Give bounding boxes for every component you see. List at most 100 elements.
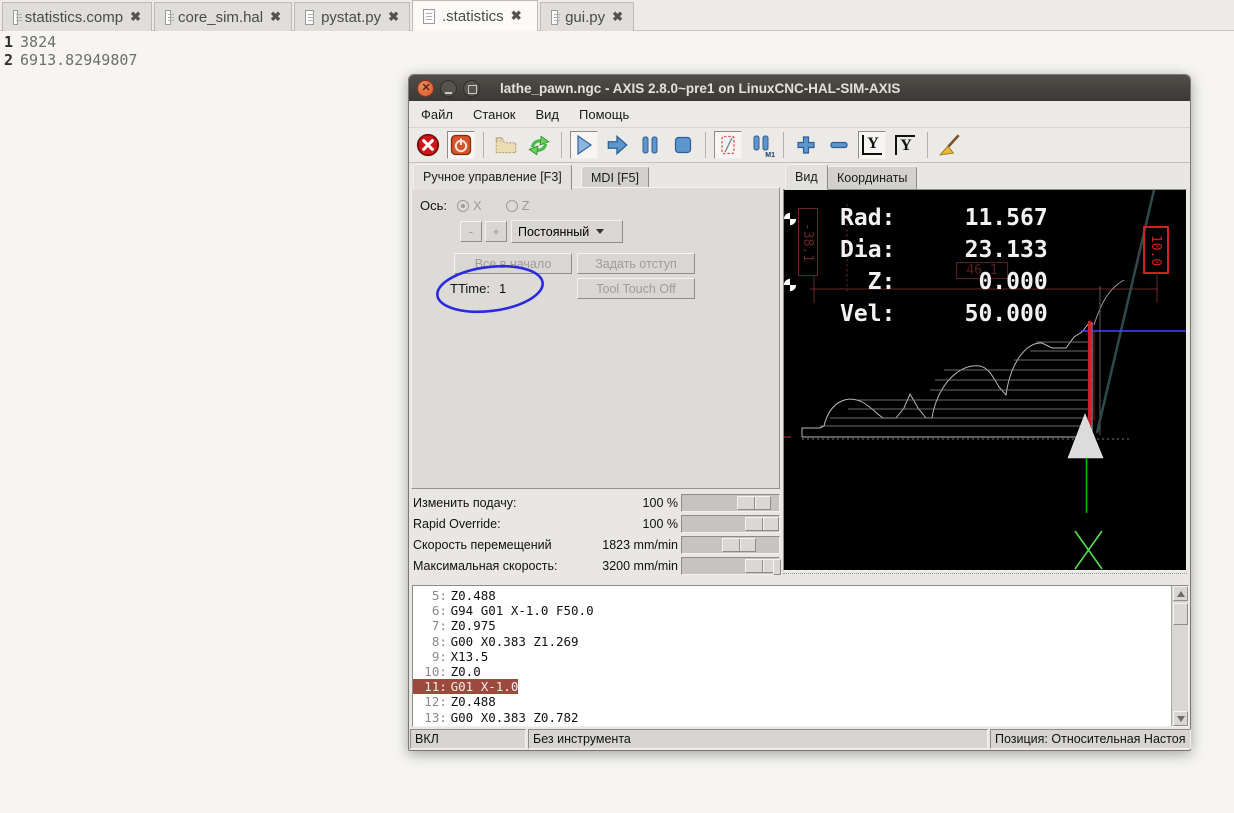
radio-axis-z[interactable]: Z [505, 198, 530, 213]
button-label: + [492, 224, 500, 239]
clear-plot-button[interactable] [936, 131, 964, 159]
tab-label: statistics.comp [24, 8, 124, 26]
pause-icon [642, 136, 658, 154]
toolbar-separator [561, 132, 562, 158]
stop-button[interactable] [669, 131, 697, 159]
gcode-line[interactable]: 7: Z0.975 [413, 618, 1170, 633]
pause-button[interactable] [636, 131, 664, 159]
dim-label-right: 10.0 [1143, 226, 1169, 274]
max-velocity-slider[interactable] [681, 557, 780, 575]
gcode-line[interactable]: 10: Z0.0 [413, 664, 1170, 679]
dro-label: Dia: [840, 237, 896, 263]
gcode-line-number: 10: [424, 664, 447, 680]
editor-tab-statistics[interactable]: .statistics [412, 0, 538, 31]
y2-axis-view-icon: Y [895, 135, 915, 155]
ttime-value: 1 [498, 281, 507, 296]
gcode-line-active[interactable]: 11: G01 X-1.0 [413, 679, 1170, 695]
radio-label: X [473, 198, 482, 213]
editor-content[interactable]: 1 3824 2 6913.82949807 [4, 33, 137, 69]
gcode-line[interactable]: 6: G94 G01 X-1.0 F50.0 [413, 603, 1170, 618]
jog-plus-button[interactable]: + [485, 221, 507, 242]
minus-icon [830, 141, 848, 149]
gcode-line[interactable]: 12: Z0.488 [413, 694, 1170, 709]
tab-dro[interactable]: Координаты [827, 166, 918, 190]
skip-lines-toggle[interactable] [714, 131, 742, 159]
zoom-out-button[interactable] [825, 131, 853, 159]
slider-handle[interactable] [745, 517, 779, 531]
gcode-line-number: 8: [431, 633, 447, 649]
menu-view[interactable]: Вид [536, 107, 560, 122]
preview-canvas[interactable]: -38.1 46.1 10.0 Rad: 11.567 Dia: 23.133 Z:… [783, 189, 1187, 571]
run-icon [577, 134, 593, 156]
editor-tab-core-sim-hal[interactable]: core_sim.hal [154, 2, 292, 31]
feed-override-slider[interactable] [681, 494, 780, 512]
x-axis-marker [1074, 530, 1103, 570]
step-button[interactable] [603, 131, 631, 159]
status-bar: ВКЛ Без инструмента Позиция: Относительн… [409, 728, 1192, 750]
file-icon [165, 9, 175, 25]
estop-button[interactable] [414, 131, 442, 159]
tab-preview[interactable]: Вид [785, 164, 828, 190]
dro-value: 11.567 [964, 205, 1048, 231]
axis-window: lathe_pawn.ngc - AXIS 2.8.0~pre1 on Linu… [408, 74, 1191, 751]
triangle-down-icon [1176, 715, 1185, 722]
dro-vel-row: Vel: 50.000 [840, 298, 1048, 330]
menu-help[interactable]: Помощь [579, 107, 629, 122]
gcode-line[interactable]: 8: G00 X0.383 Z1.269 [413, 634, 1170, 649]
gcode-line[interactable]: 5: Z0.488 [413, 588, 1170, 603]
editor-tab-statistics-comp[interactable]: statistics.comp [2, 2, 152, 31]
radio-icon [457, 199, 469, 212]
slider-handle[interactable] [737, 496, 771, 510]
gcode-line[interactable]: 9: X13.5 [413, 649, 1170, 664]
jog-speed-slider[interactable] [681, 536, 780, 554]
set-offset-button[interactable]: Задать отступ [577, 253, 695, 274]
jog-mode-dropdown[interactable]: Постоянный [511, 220, 623, 243]
slider-value: 1823 mm/min [602, 538, 678, 552]
home-all-button[interactable]: Все в начало [454, 253, 572, 274]
machine-power-button[interactable] [447, 131, 475, 159]
menu-machine[interactable]: Станок [473, 107, 516, 122]
window-maximize-button[interactable] [463, 79, 480, 97]
editor-tab-pystat-py[interactable]: pystat.py [294, 2, 410, 31]
menu-file[interactable]: Файл [421, 107, 453, 122]
open-file-button[interactable] [492, 131, 520, 159]
window-minimize-button[interactable] [440, 79, 457, 97]
zoom-in-button[interactable] [792, 131, 820, 159]
tab-close-icon[interactable] [612, 9, 623, 25]
slider-handle[interactable] [722, 538, 756, 552]
folder-icon [495, 137, 517, 154]
tab-close-icon[interactable] [270, 9, 281, 25]
tab-close-icon[interactable] [388, 9, 399, 25]
reload-button[interactable] [525, 131, 553, 159]
gcode-line-number: 9: [431, 648, 447, 664]
gcode-scrollbar[interactable] [1171, 586, 1188, 726]
tab-close-icon[interactable] [130, 9, 141, 25]
toolbar-separator [783, 132, 784, 158]
jog-minus-button[interactable]: - [460, 221, 482, 242]
status-position-mode: Позиция: Относительная Настоя [990, 729, 1191, 749]
tab-close-icon[interactable] [511, 8, 522, 24]
scroll-down-arrow[interactable] [1173, 711, 1188, 726]
rapid-override-slider[interactable] [681, 515, 780, 533]
radio-axis-x[interactable]: X [457, 198, 482, 213]
gcode-line-text: Z0.488 [450, 588, 496, 603]
editor-tab-gui-py[interactable]: gui.py [540, 2, 634, 31]
dro-label: Vel: [840, 301, 896, 327]
ttime-label: TTime: [450, 281, 490, 296]
window-titlebar[interactable]: lathe_pawn.ngc - AXIS 2.8.0~pre1 on Linu… [409, 75, 1190, 101]
y-axis-view-icon: Y [862, 135, 882, 155]
window-close-button[interactable] [417, 79, 434, 97]
dro-value: 23.133 [964, 237, 1048, 263]
tab-manual-control[interactable]: Ручное управление [F3] [413, 164, 572, 190]
run-button[interactable] [570, 131, 598, 159]
triangle-up-icon [1176, 590, 1185, 597]
pane-sash-grip[interactable] [773, 559, 781, 575]
gcode-listing[interactable]: 5: Z0.488 6: G94 G01 X-1.0 F50.0 7: Z0.975 … [412, 585, 1189, 727]
scroll-up-arrow[interactable] [1173, 586, 1188, 601]
view-y2-button[interactable]: Y [891, 131, 919, 159]
scrollbar-thumb[interactable] [1173, 603, 1188, 625]
tool-touch-off-button[interactable]: Tool Touch Off [577, 278, 695, 299]
optional-stop-toggle[interactable]: M1 [747, 131, 775, 159]
view-y-button[interactable]: Y [858, 131, 886, 159]
gcode-line[interactable]: 13: G00 X0.383 Z0.782 [413, 710, 1170, 725]
